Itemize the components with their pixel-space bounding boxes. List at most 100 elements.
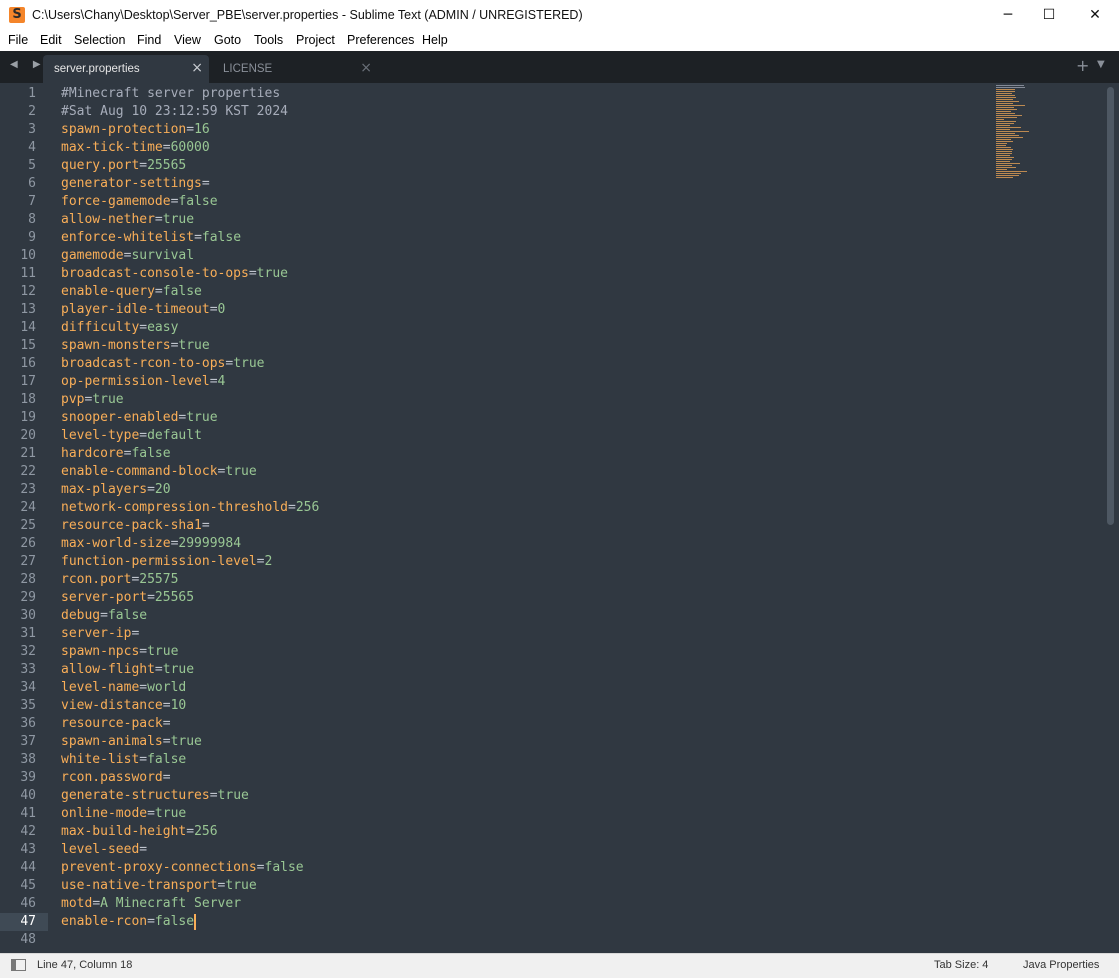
tab-server-properties[interactable]: server.properties × [43, 55, 209, 83]
line-number: 27 [20, 554, 36, 569]
property-value: easy [147, 320, 179, 335]
code-line[interactable]: 36 resource-pack= [0, 715, 1105, 733]
code-line[interactable]: 33 allow-flight=true [0, 661, 1105, 679]
code-line[interactable]: 14 difficulty=easy [0, 319, 1105, 337]
minimap-line [996, 157, 1014, 158]
code-line[interactable]: 1 #Minecraft server properties [0, 85, 1105, 103]
line-number: 43 [20, 842, 36, 857]
minimap-line [996, 119, 1004, 120]
code-editor[interactable]: 1 #Minecraft server properties 2 #Sat Aug 1… [0, 83, 1119, 953]
code-line[interactable]: 3 spawn-protection=16 [0, 121, 1105, 139]
side-panel-toggle-icon[interactable] [11, 959, 26, 971]
line-text: rcon.port=25575 [61, 571, 178, 589]
equals-sign: = [287, 500, 296, 515]
new-tab-plus-icon[interactable]: + [1076, 56, 1089, 75]
code-line[interactable]: 7 force-gamemode=false [0, 193, 1105, 211]
tab-close-icon[interactable]: × [360, 60, 372, 76]
code-line[interactable]: 2 #Sat Aug 10 23:12:59 KST 2024 [0, 103, 1105, 121]
menu-help[interactable]: Help [422, 33, 448, 47]
syntax-selector[interactable]: Java Properties [1023, 959, 1099, 971]
code-line[interactable]: 24 network-compression-threshold=256 [0, 499, 1105, 517]
property-key: force-gamemode [61, 194, 171, 209]
code-line[interactable]: 18 pvp=true [0, 391, 1105, 409]
code-line[interactable]: 16 broadcast-rcon-to-ops=true [0, 355, 1105, 373]
line-text: server-ip= [61, 625, 139, 643]
property-value: false [107, 608, 148, 623]
menu-goto[interactable]: Goto [214, 33, 241, 47]
minimap-line [996, 149, 1013, 150]
minimap[interactable] [996, 85, 1036, 181]
tab-menu-chevron-icon[interactable]: ▼ [1097, 59, 1105, 70]
code-line[interactable]: 17 op-permission-level=4 [0, 373, 1105, 391]
code-line[interactable]: 30 debug=false [0, 607, 1105, 625]
code-line[interactable]: 9 enforce-whitelist=false [0, 229, 1105, 247]
minimap-line [996, 89, 1015, 90]
code-line[interactable]: 10 gamemode=survival [0, 247, 1105, 265]
code-line[interactable]: 25 resource-pack-sha1= [0, 517, 1105, 535]
code-line[interactable]: 39 rcon.password= [0, 769, 1105, 787]
minimap-line [996, 131, 1029, 132]
line-number: 32 [20, 644, 36, 659]
code-line[interactable]: 42 max-build-height=256 [0, 823, 1105, 841]
equals-sign: = [256, 860, 265, 875]
code-line[interactable]: 48 [0, 931, 1105, 949]
minimize-button[interactable]: ─ [985, 0, 1031, 31]
tab-license[interactable]: LICENSE × [212, 55, 378, 83]
code-line[interactable]: 45 use-native-transport=true [0, 877, 1105, 895]
code-line[interactable]: 19 snooper-enabled=true [0, 409, 1105, 427]
code-line[interactable]: 4 max-tick-time=60000 [0, 139, 1105, 157]
code-line[interactable]: 46 motd=A Minecraft Server [0, 895, 1105, 913]
property-key: white-list [61, 752, 140, 767]
code-line[interactable]: 12 enable-query=false [0, 283, 1105, 301]
code-line[interactable]: 21 hardcore=false [0, 445, 1105, 463]
tab-nav-arrows-icon[interactable]: ◀ ▶ [10, 59, 47, 70]
maximize-button[interactable]: ☐ [1026, 0, 1072, 31]
code-line[interactable]: 26 max-world-size=29999984 [0, 535, 1105, 553]
code-line[interactable]: 31 server-ip= [0, 625, 1105, 643]
code-line[interactable]: 32 spawn-npcs=true [0, 643, 1105, 661]
code-line[interactable]: 28 rcon.port=25575 [0, 571, 1105, 589]
code-line[interactable]: 20 level-type=default [0, 427, 1105, 445]
menu-selection[interactable]: Selection [74, 33, 125, 47]
property-key: player-idle-timeout [61, 302, 210, 317]
code-line[interactable]: 8 allow-nether=true [0, 211, 1105, 229]
code-line[interactable]: 47 enable-rcon=false [0, 913, 1105, 931]
tab-close-icon[interactable]: × [191, 60, 203, 76]
menu-edit[interactable]: Edit [40, 33, 62, 47]
code-line[interactable]: 43 level-seed= [0, 841, 1105, 859]
code-line[interactable]: 22 enable-command-block=true [0, 463, 1105, 481]
code-line[interactable]: 5 query.port=25565 [0, 157, 1105, 175]
code-line[interactable]: 15 spawn-monsters=true [0, 337, 1105, 355]
menu-file[interactable]: File [8, 33, 28, 47]
code-line[interactable]: 13 player-idle-timeout=0 [0, 301, 1105, 319]
code-line[interactable]: 40 generate-structures=true [0, 787, 1105, 805]
code-line[interactable]: 23 max-players=20 [0, 481, 1105, 499]
menu-preferences[interactable]: Preferences [347, 33, 414, 47]
property-key: enable-command-block [61, 464, 218, 479]
tab-size-selector[interactable]: Tab Size: 4 [934, 959, 988, 971]
property-value: false [201, 230, 242, 245]
code-line[interactable]: 41 online-mode=true [0, 805, 1105, 823]
line-number: 25 [20, 518, 36, 533]
code-line[interactable]: 44 prevent-proxy-connections=false [0, 859, 1105, 877]
code-line[interactable]: 27 function-permission-level=2 [0, 553, 1105, 571]
code-line[interactable]: 29 server-port=25565 [0, 589, 1105, 607]
code-line[interactable]: 35 view-distance=10 [0, 697, 1105, 715]
code-line[interactable]: 6 generator-settings= [0, 175, 1105, 193]
line-number: 11 [20, 266, 36, 281]
vertical-scrollbar[interactable] [1107, 87, 1114, 525]
menu-project[interactable]: Project [296, 33, 335, 47]
menu-find[interactable]: Find [137, 33, 161, 47]
minimap-line [996, 99, 1013, 100]
line-text: server-port=25565 [61, 589, 194, 607]
close-window-button[interactable]: ✕ [1072, 0, 1118, 31]
code-line[interactable]: 11 broadcast-console-to-ops=true [0, 265, 1105, 283]
code-line[interactable]: 37 spawn-animals=true [0, 733, 1105, 751]
code-line[interactable]: 38 white-list=false [0, 751, 1105, 769]
property-key: function-permission-level [61, 554, 257, 569]
menu-tools[interactable]: Tools [254, 33, 283, 47]
property-value: 256 [194, 824, 218, 839]
equals-sign: = [147, 590, 155, 605]
code-line[interactable]: 34 level-name=world [0, 679, 1105, 697]
menu-view[interactable]: View [174, 33, 201, 47]
